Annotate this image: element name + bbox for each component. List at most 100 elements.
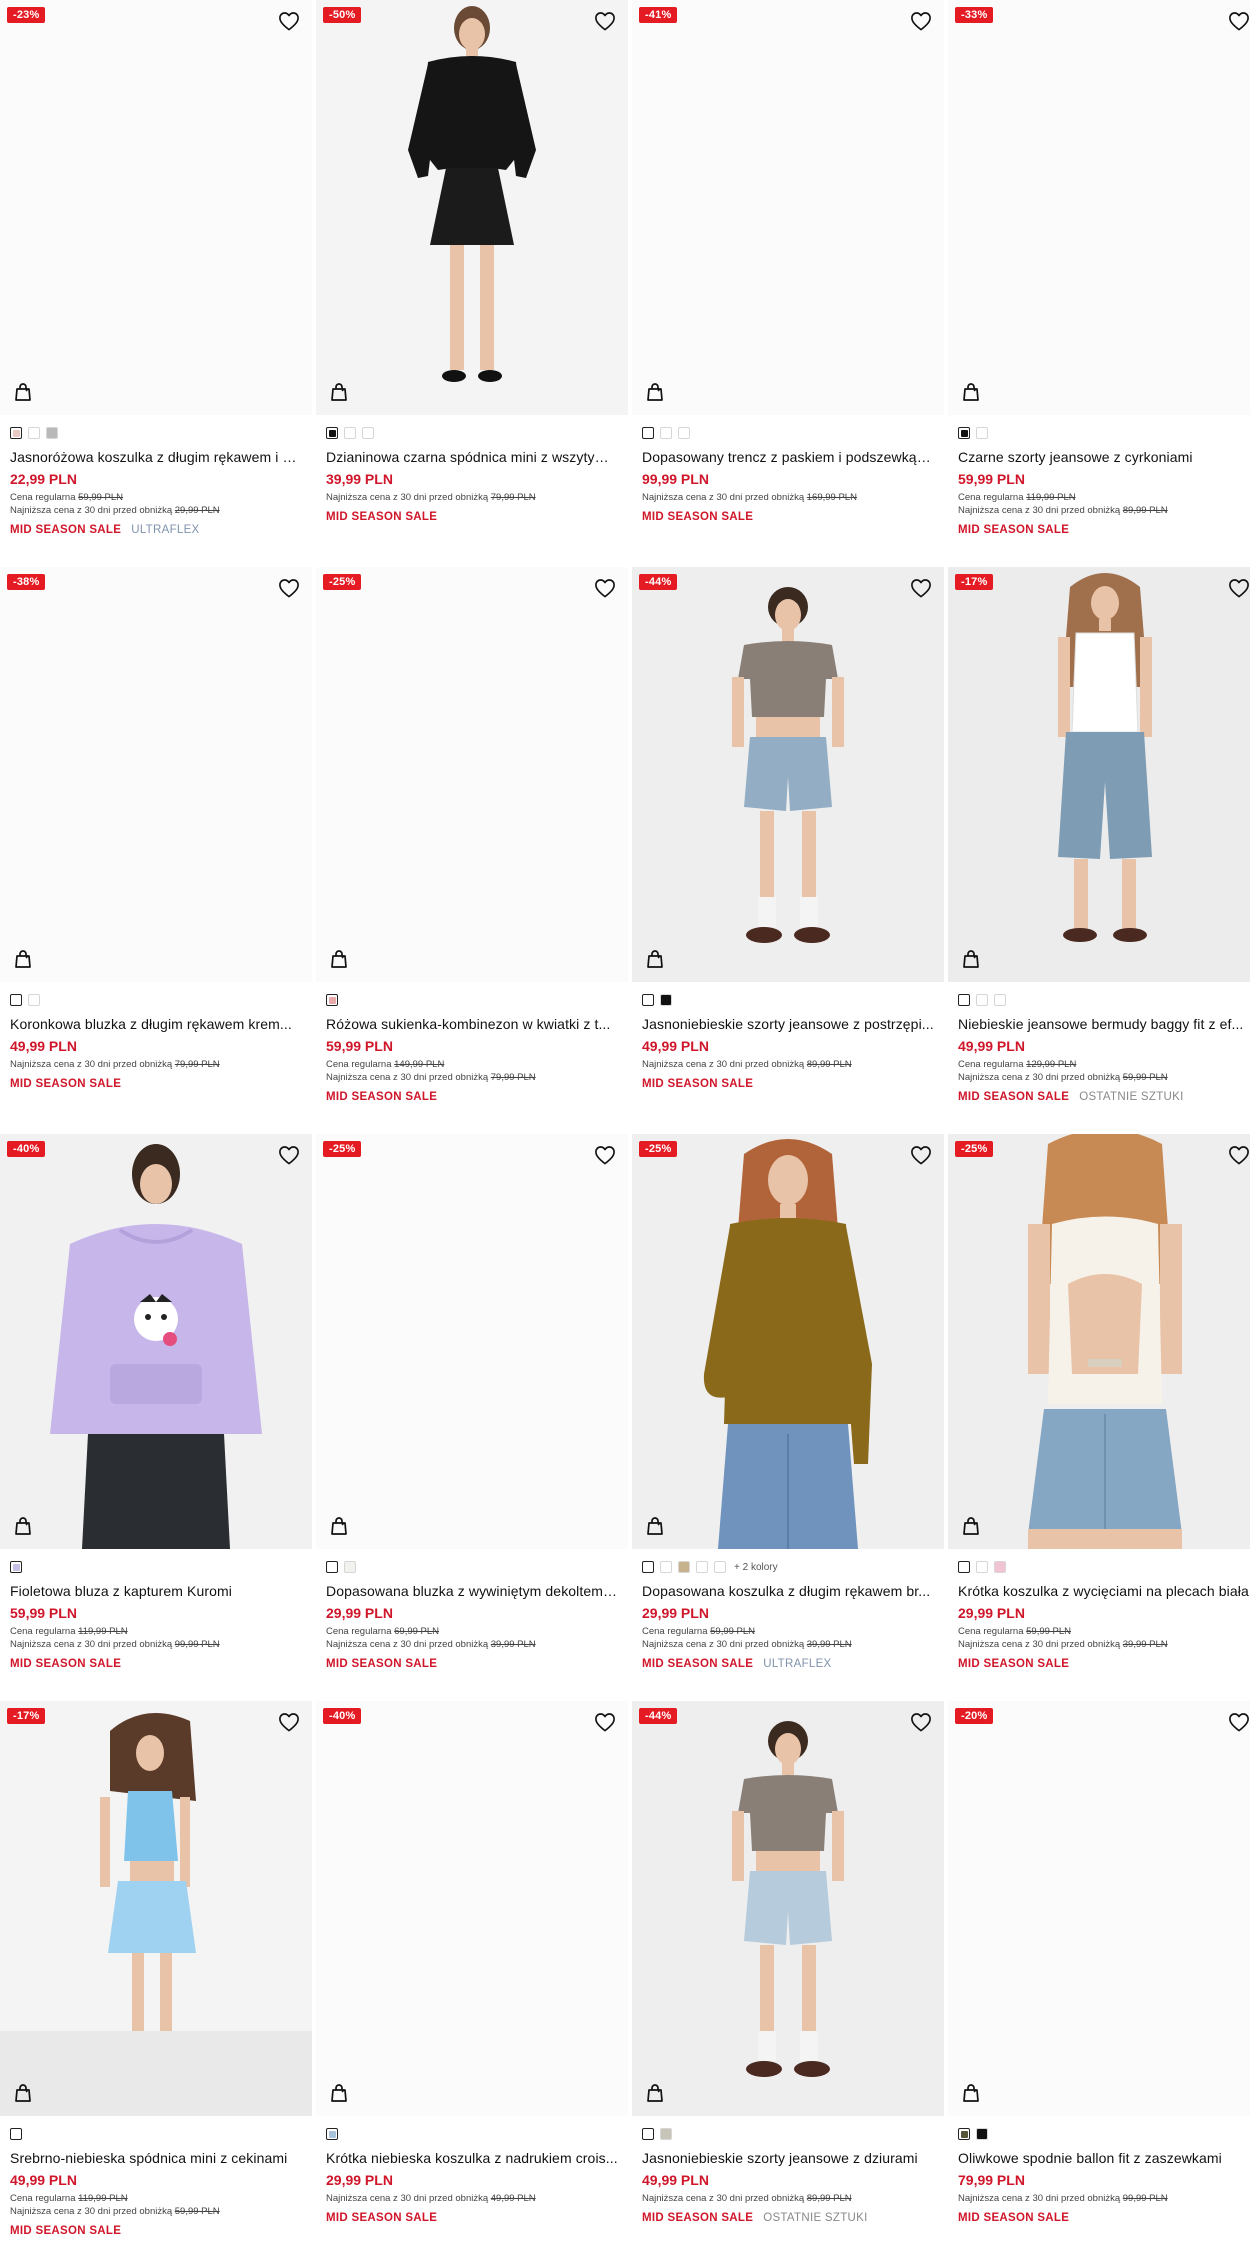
color-swatch[interactable]	[714, 1561, 726, 1573]
product-name[interactable]: Różowa sukienka-kombinezon w kwiatki z t…	[326, 1015, 618, 1033]
product-card[interactable]: -23% Jasnoróżowa koszulka z długim rękawe…	[0, 0, 312, 567]
product-image[interactable]: -20%	[948, 1701, 1250, 2116]
color-swatch[interactable]	[660, 1561, 672, 1573]
color-swatch[interactable]	[696, 1561, 708, 1573]
heart-icon[interactable]	[594, 578, 616, 598]
product-name[interactable]: Krótka niebieska koszulka z nadrukiem cr…	[326, 2149, 618, 2167]
product-image[interactable]: -40%	[0, 1134, 312, 1549]
shopping-bag-icon[interactable]	[330, 1516, 348, 1536]
heart-icon[interactable]	[278, 1712, 300, 1732]
product-image[interactable]: -40%	[316, 1701, 628, 2116]
product-image[interactable]: -50%	[316, 0, 628, 415]
shopping-bag-icon[interactable]	[14, 382, 32, 402]
color-swatch[interactable]	[642, 994, 654, 1006]
color-swatch[interactable]	[10, 1561, 22, 1573]
heart-icon[interactable]	[910, 578, 932, 598]
product-card[interactable]: -44% Jasnoniebieskie szorty jeansowe z po…	[632, 567, 944, 1134]
product-card[interactable]: -25% Różowa sukienka-kombinezon w kwiatki…	[316, 567, 628, 1134]
shopping-bag-icon[interactable]	[646, 949, 664, 969]
color-swatch[interactable]	[326, 994, 338, 1006]
heart-icon[interactable]	[594, 11, 616, 31]
shopping-bag-icon[interactable]	[646, 2083, 664, 2103]
shopping-bag-icon[interactable]	[330, 382, 348, 402]
product-card[interactable]: -17% Srebrno-niebieska spódnica mini z ce…	[0, 1701, 312, 2268]
product-image[interactable]: -25%	[632, 1134, 944, 1549]
shopping-bag-icon[interactable]	[962, 949, 980, 969]
product-name[interactable]: Dopasowana koszulka z długim rękawem br.…	[642, 1582, 934, 1600]
heart-icon[interactable]	[594, 1145, 616, 1165]
color-swatch[interactable]	[344, 427, 356, 439]
product-image[interactable]: -23%	[0, 0, 312, 415]
color-swatch[interactable]	[958, 994, 970, 1006]
color-swatch[interactable]	[642, 427, 654, 439]
shopping-bag-icon[interactable]	[962, 382, 980, 402]
product-name[interactable]: Czarne szorty jeansowe z cyrkoniami	[958, 448, 1250, 466]
heart-icon[interactable]	[1228, 1145, 1250, 1165]
product-image[interactable]: -25%	[948, 1134, 1250, 1549]
color-swatch[interactable]	[958, 2128, 970, 2140]
color-swatch[interactable]	[362, 427, 374, 439]
product-card[interactable]: -40% Krótka niebieska koszulka z nadrukie…	[316, 1701, 628, 2268]
product-card[interactable]: -33% Czarne szorty jeansowe z cyrkoniami 5…	[948, 0, 1250, 567]
product-image[interactable]: -44%	[632, 567, 944, 982]
color-swatch[interactable]	[678, 427, 690, 439]
shopping-bag-icon[interactable]	[646, 1516, 664, 1536]
product-card[interactable]: -17% Niebieskie jeansowe bermudy baggy fi…	[948, 567, 1250, 1134]
shopping-bag-icon[interactable]	[14, 1516, 32, 1536]
product-card[interactable]: -44% Jasnoniebieskie szorty jeansowe z dz…	[632, 1701, 944, 2268]
product-name[interactable]: Dopasowana bluzka z wywiniętym dekoltem …	[326, 1582, 618, 1600]
product-name[interactable]: Jasnoniebieskie szorty jeansowe z dziura…	[642, 2149, 934, 2167]
heart-icon[interactable]	[1228, 11, 1250, 31]
color-swatch[interactable]	[660, 427, 672, 439]
color-swatch[interactable]	[678, 1561, 690, 1573]
color-swatch[interactable]	[994, 994, 1006, 1006]
color-swatch[interactable]	[976, 1561, 988, 1573]
product-name[interactable]: Koronkowa bluzka z długim rękawem krem..…	[10, 1015, 302, 1033]
product-card[interactable]: -50% Dzianinowa czarna spódnica mini z ws…	[316, 0, 628, 567]
shopping-bag-icon[interactable]	[962, 1516, 980, 1536]
color-swatch[interactable]	[28, 994, 40, 1006]
color-swatch[interactable]	[344, 1561, 356, 1573]
product-image[interactable]: -25%	[316, 1134, 628, 1549]
product-image[interactable]: -25%	[316, 567, 628, 982]
color-swatch[interactable]	[10, 427, 22, 439]
color-swatch[interactable]	[28, 427, 40, 439]
more-colors-label[interactable]: + 2 kolory	[734, 1562, 778, 1573]
color-swatch[interactable]	[660, 994, 672, 1006]
product-image[interactable]: -38%	[0, 567, 312, 982]
color-swatch[interactable]	[46, 427, 58, 439]
product-card[interactable]: -41% Dopasowany trencz z paskiem i podsze…	[632, 0, 944, 567]
product-image[interactable]: -33%	[948, 0, 1250, 415]
color-swatch[interactable]	[326, 1561, 338, 1573]
heart-icon[interactable]	[594, 1712, 616, 1732]
product-name[interactable]: Srebrno-niebieska spódnica mini z cekina…	[10, 2149, 302, 2167]
product-name[interactable]: Jasnoróżowa koszulka z długim rękawem i …	[10, 448, 302, 466]
color-swatch[interactable]	[10, 2128, 22, 2140]
product-card[interactable]: -40% Fioletowa bluza z kapturem Kuromi 59,…	[0, 1134, 312, 1701]
product-card[interactable]: -25% + 2 kolory Dopasowana koszulka z dług…	[632, 1134, 944, 1701]
color-swatch[interactable]	[994, 1561, 1006, 1573]
heart-icon[interactable]	[278, 11, 300, 31]
shopping-bag-icon[interactable]	[646, 382, 664, 402]
product-name[interactable]: Fioletowa bluza z kapturem Kuromi	[10, 1582, 302, 1600]
color-swatch[interactable]	[10, 994, 22, 1006]
product-image[interactable]: -44%	[632, 1701, 944, 2116]
product-name[interactable]: Oliwkowe spodnie ballon fit z zaszewkami	[958, 2149, 1250, 2167]
heart-icon[interactable]	[910, 11, 932, 31]
color-swatch[interactable]	[642, 1561, 654, 1573]
shopping-bag-icon[interactable]	[962, 2083, 980, 2103]
product-name[interactable]: Niebieskie jeansowe bermudy baggy fit z …	[958, 1015, 1250, 1033]
product-image[interactable]: -17%	[0, 1701, 312, 2116]
shopping-bag-icon[interactable]	[330, 2083, 348, 2103]
product-name[interactable]: Dzianinowa czarna spódnica mini z wszyty…	[326, 448, 618, 466]
heart-icon[interactable]	[278, 1145, 300, 1165]
product-image[interactable]: -17%	[948, 567, 1250, 982]
color-swatch[interactable]	[660, 2128, 672, 2140]
heart-icon[interactable]	[278, 578, 300, 598]
shopping-bag-icon[interactable]	[14, 2083, 32, 2103]
color-swatch[interactable]	[976, 994, 988, 1006]
color-swatch[interactable]	[958, 427, 970, 439]
heart-icon[interactable]	[1228, 578, 1250, 598]
color-swatch[interactable]	[642, 2128, 654, 2140]
color-swatch[interactable]	[326, 427, 338, 439]
